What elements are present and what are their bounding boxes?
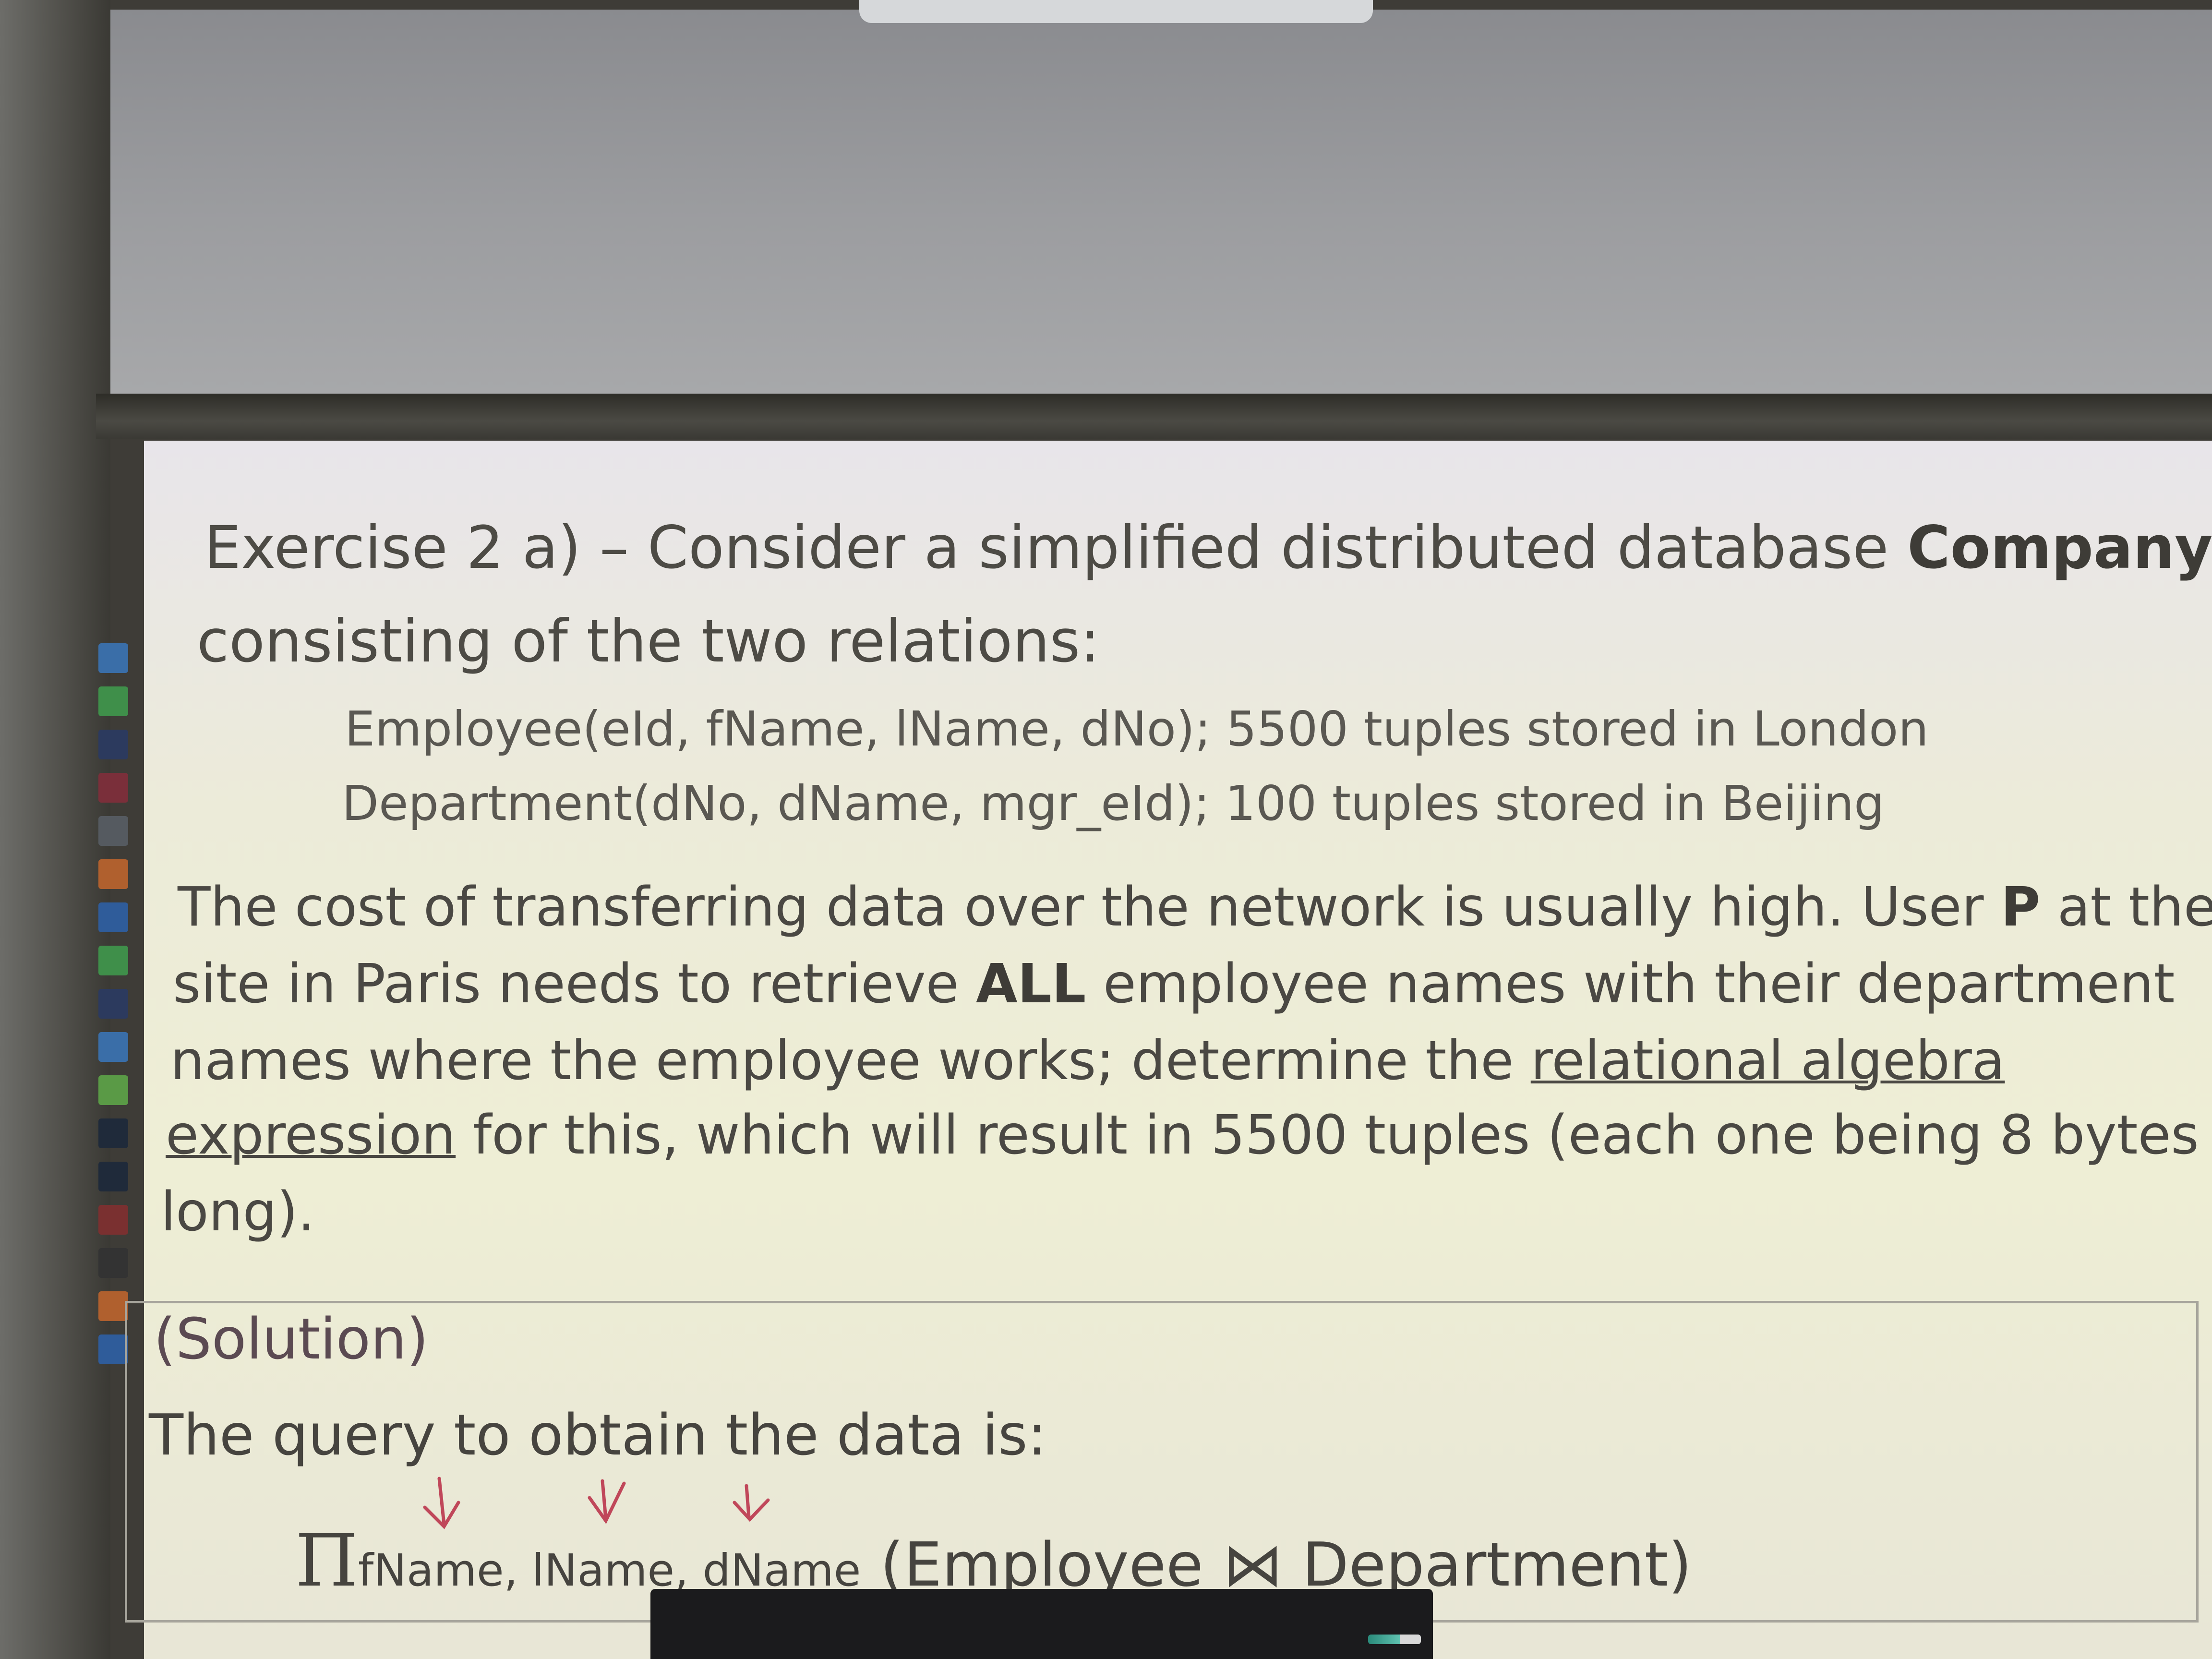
arrow-dname <box>745 1484 751 1519</box>
handwritten-arrows <box>423 1477 770 1529</box>
arrow-lname <box>601 1479 608 1521</box>
foreground-device <box>650 1589 1433 1659</box>
device-indicator <box>1368 1635 1421 1644</box>
arrow-fname <box>437 1477 446 1526</box>
